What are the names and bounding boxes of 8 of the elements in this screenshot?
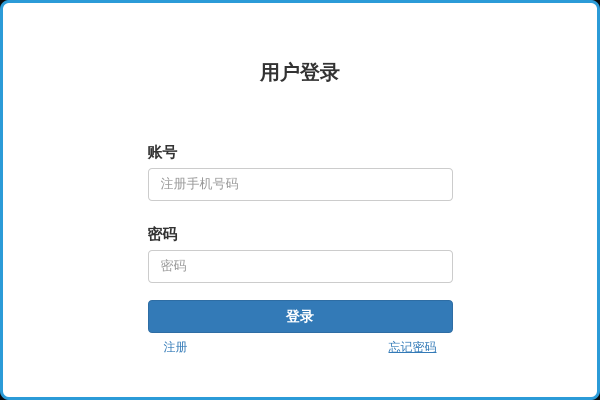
form-title: 用户登录 (260, 59, 340, 86)
field-label: 密码 (148, 225, 178, 243)
forgot-password-link[interactable]: 忘记密码 (388, 339, 436, 355)
register-link[interactable]: 注册 (164, 339, 188, 355)
password-field[interactable]: 密码 (148, 250, 452, 283)
field-label: 账号 (148, 143, 178, 161)
account-field[interactable]: 注册手机号码 (148, 168, 452, 201)
login-button[interactable]: 登录 (148, 300, 452, 333)
